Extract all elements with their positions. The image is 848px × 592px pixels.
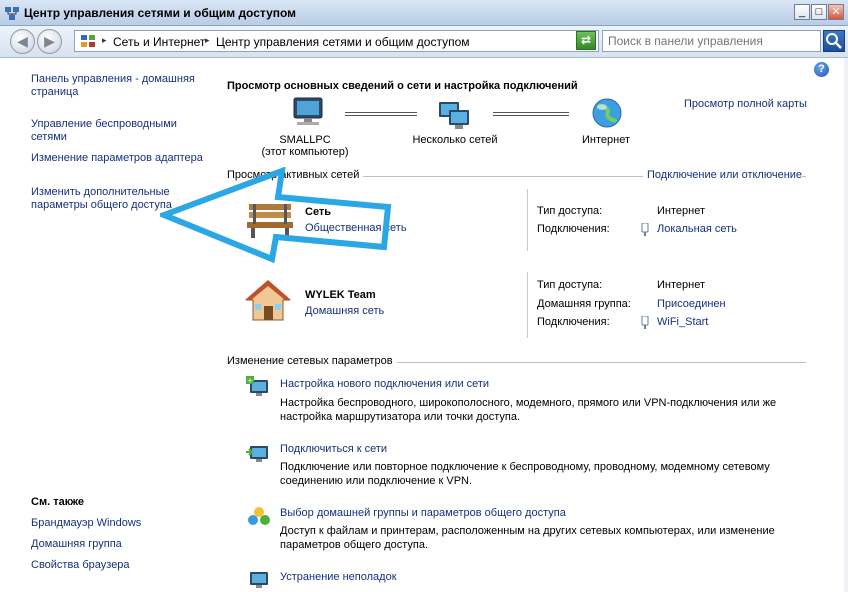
see-also-title: См. также	[31, 496, 84, 508]
forward-arrow-icon: ▶	[44, 33, 55, 49]
new-connection-icon: +	[246, 376, 268, 396]
task-troubleshoot-link[interactable]: Устранение неполадок	[280, 571, 397, 583]
control-panel-icon	[81, 35, 95, 47]
refresh-icon: ⇄	[580, 33, 592, 47]
task-new-connection-desc: Настройка беспроводного, широкополосного…	[280, 397, 777, 423]
bench-icon	[247, 204, 293, 238]
refresh-button[interactable]: ⇄	[576, 31, 596, 50]
task-new-connection-link[interactable]: Настройка нового подключения или сети	[280, 378, 489, 390]
back-arrow-icon: ◀	[17, 33, 28, 49]
plug-icon	[641, 316, 649, 329]
computer-icon	[293, 97, 323, 125]
map-node-multiple-networks[interactable]: Несколько сетей	[400, 134, 510, 146]
see-also-firewall[interactable]: Брандмауэр Windows	[31, 517, 206, 530]
map-node-computer-label: (этот компьютер)	[261, 146, 349, 158]
connect-disconnect-link[interactable]: Подключение или отключение	[643, 169, 803, 181]
active-networks-title: Просмотр активных сетей	[227, 169, 364, 181]
connection-link-wifi[interactable]: WiFi_Start	[657, 316, 708, 328]
task-homegroup-sharing-desc: Доступ к файлам и принтерам, расположенн…	[280, 525, 775, 551]
window-title: Центр управления сетями и общим доступом	[24, 6, 297, 20]
left-link-advanced-sharing[interactable]: Изменить дополнительные параметры общего…	[31, 186, 206, 212]
search-box[interactable]	[602, 30, 821, 52]
task-homegroup-sharing-link[interactable]: Выбор домашней группы и параметров общег…	[280, 507, 566, 519]
map-node-computer-name[interactable]: SMALLPC	[250, 134, 360, 146]
access-type-value-1: Интернет	[657, 205, 705, 217]
breadcrumb-network-center[interactable]: Центр управления сетями и общим доступом	[216, 35, 470, 49]
homegroup-label: Домашняя группа:	[537, 298, 631, 310]
chevron-right-icon[interactable]: ▸	[205, 35, 210, 46]
left-link-control-panel-home[interactable]: Панель управления - домашняя страница	[31, 73, 206, 99]
connections-label-1: Подключения:	[537, 223, 610, 235]
breadcrumb-network-internet[interactable]: Сеть и Интернет	[113, 35, 205, 49]
back-button[interactable]: ◀	[10, 29, 35, 54]
maximize-button[interactable]: □	[811, 4, 827, 20]
forward-button[interactable]: ▶	[37, 29, 62, 54]
map-node-internet[interactable]: Интернет	[556, 134, 656, 146]
network-center-icon	[5, 7, 19, 20]
left-link-change-adapter[interactable]: Изменение параметров адаптера	[31, 152, 206, 165]
map-connector	[345, 112, 417, 116]
page-title: Просмотр основных сведений о сети и наст…	[227, 80, 578, 92]
chevron-right-icon[interactable]: ▸	[102, 35, 107, 46]
network-type-link-1[interactable]: Общественная сеть	[305, 222, 407, 234]
search-button[interactable]	[823, 30, 845, 52]
plug-icon	[641, 223, 649, 236]
networks-icon	[439, 102, 469, 129]
search-icon	[826, 33, 842, 49]
task-connect-network-link[interactable]: Подключиться к сети	[280, 443, 387, 455]
network-divider	[527, 189, 528, 251]
access-type-label-1: Тип доступа:	[537, 205, 603, 217]
see-also-homegroup[interactable]: Домашняя группа	[31, 538, 206, 551]
access-type-value-2: Интернет	[657, 279, 705, 291]
connection-link-local[interactable]: Локальная сеть	[657, 223, 737, 235]
svg-text:+: +	[247, 376, 254, 385]
left-link-manage-wireless[interactable]: Управление беспроводными сетями	[31, 118, 206, 144]
help-icon[interactable]: ?	[814, 62, 829, 77]
network-type-link-2[interactable]: Домашняя сеть	[305, 305, 384, 317]
connect-network-icon	[246, 446, 268, 462]
see-also-browser-properties[interactable]: Свойства браузера	[31, 559, 206, 572]
map-connector	[493, 112, 569, 116]
address-bar[interactable]: ▸ Сеть и Интернет ▸ Центр управления сет…	[74, 30, 599, 52]
house-icon	[245, 280, 291, 321]
troubleshoot-icon	[250, 572, 268, 588]
navigation-toolbar: ◀ ▶ ▸ Сеть и Интернет ▸ Центр управления…	[0, 26, 848, 58]
scrollbar[interactable]	[844, 58, 848, 592]
homegroup-joined-link[interactable]: Присоединен	[657, 298, 726, 310]
search-input[interactable]	[603, 31, 813, 51]
change-settings-title: Изменение сетевых параметров	[227, 355, 397, 367]
content-area: Панель управления - домашняя страница Уп…	[0, 58, 848, 592]
access-type-label-2: Тип доступа:	[537, 279, 603, 291]
close-button[interactable]: ✕	[828, 4, 844, 20]
task-connect-network-desc: Подключение или повторное подключение к …	[280, 461, 770, 487]
homegroup-icon	[248, 507, 270, 525]
network-name-1: Сеть	[305, 206, 332, 218]
network-divider	[527, 272, 528, 338]
minimize-button[interactable]: _	[794, 4, 810, 20]
network-name-2: WYLEK Team	[305, 289, 376, 301]
title-bar: Центр управления сетями и общим доступом…	[0, 0, 848, 26]
globe-icon	[592, 98, 622, 128]
view-full-map-link[interactable]: Просмотр полной карты	[684, 98, 807, 110]
connections-label-2: Подключения:	[537, 316, 610, 328]
